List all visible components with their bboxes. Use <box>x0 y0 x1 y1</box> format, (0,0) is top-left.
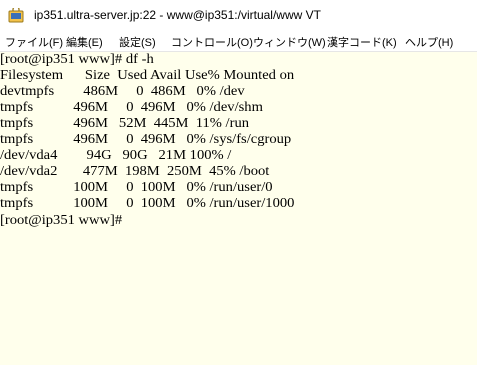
menu-control[interactable]: コントロール(O) <box>171 34 253 50</box>
terminal-line: tmpfs 100M 0 100M 0% /run/user/1000 <box>0 196 295 211</box>
menu-kanji[interactable]: 漢字コード(K) <box>327 34 397 50</box>
menu-window[interactable]: ウィンドウ(W) <box>253 34 326 50</box>
terminal-line: tmpfs 496M 0 496M 0% /dev/shm <box>0 100 263 115</box>
menu-file[interactable]: ファイル(F) <box>5 34 63 50</box>
menu-setup[interactable]: 設定(S) <box>119 34 156 50</box>
terminal-line: tmpfs 100M 0 100M 0% /run/user/0 <box>0 180 273 195</box>
terminal-line: /dev/vda2 477M 198M 250M 45% /boot <box>0 164 270 179</box>
title-bar[interactable]: ip351.ultra-server.jp:22 - www@ip351:/vi… <box>0 0 477 31</box>
menu-help[interactable]: ヘルプ(H) <box>405 34 453 50</box>
terminal-line: [root@ip351 www]# df -h <box>0 52 154 67</box>
menu-edit[interactable]: 編集(E) <box>66 34 103 50</box>
prompt-text: [root@ip351 www]# <box>0 213 126 228</box>
terminal-line: /dev/vda4 94G 90G 21M 100% / <box>0 148 232 163</box>
terminal-cursor <box>126 212 134 227</box>
terminal-line: tmpfs 496M 0 496M 0% /sys/fs/cgroup <box>0 132 292 147</box>
terminal-line: Filesystem Size Used Avail Use% Mounted … <box>0 68 295 83</box>
padlock-terminal-icon <box>8 8 24 23</box>
menu-bar: ファイル(F) 編集(E) 設定(S) コントロール(O) ウィンドウ(W) 漢… <box>0 31 477 52</box>
terminal-line: tmpfs 496M 52M 445M 11% /run <box>0 116 250 131</box>
terminal-line: devtmpfs 486M 0 486M 0% /dev <box>0 84 245 99</box>
terminal-screen[interactable]: [root@ip351 www]# df -h Filesystem Size … <box>0 52 477 365</box>
window-title: ip351.ultra-server.jp:22 - www@ip351:/vi… <box>34 8 321 22</box>
terminal-prompt-line: [root@ip351 www]# <box>0 212 134 228</box>
